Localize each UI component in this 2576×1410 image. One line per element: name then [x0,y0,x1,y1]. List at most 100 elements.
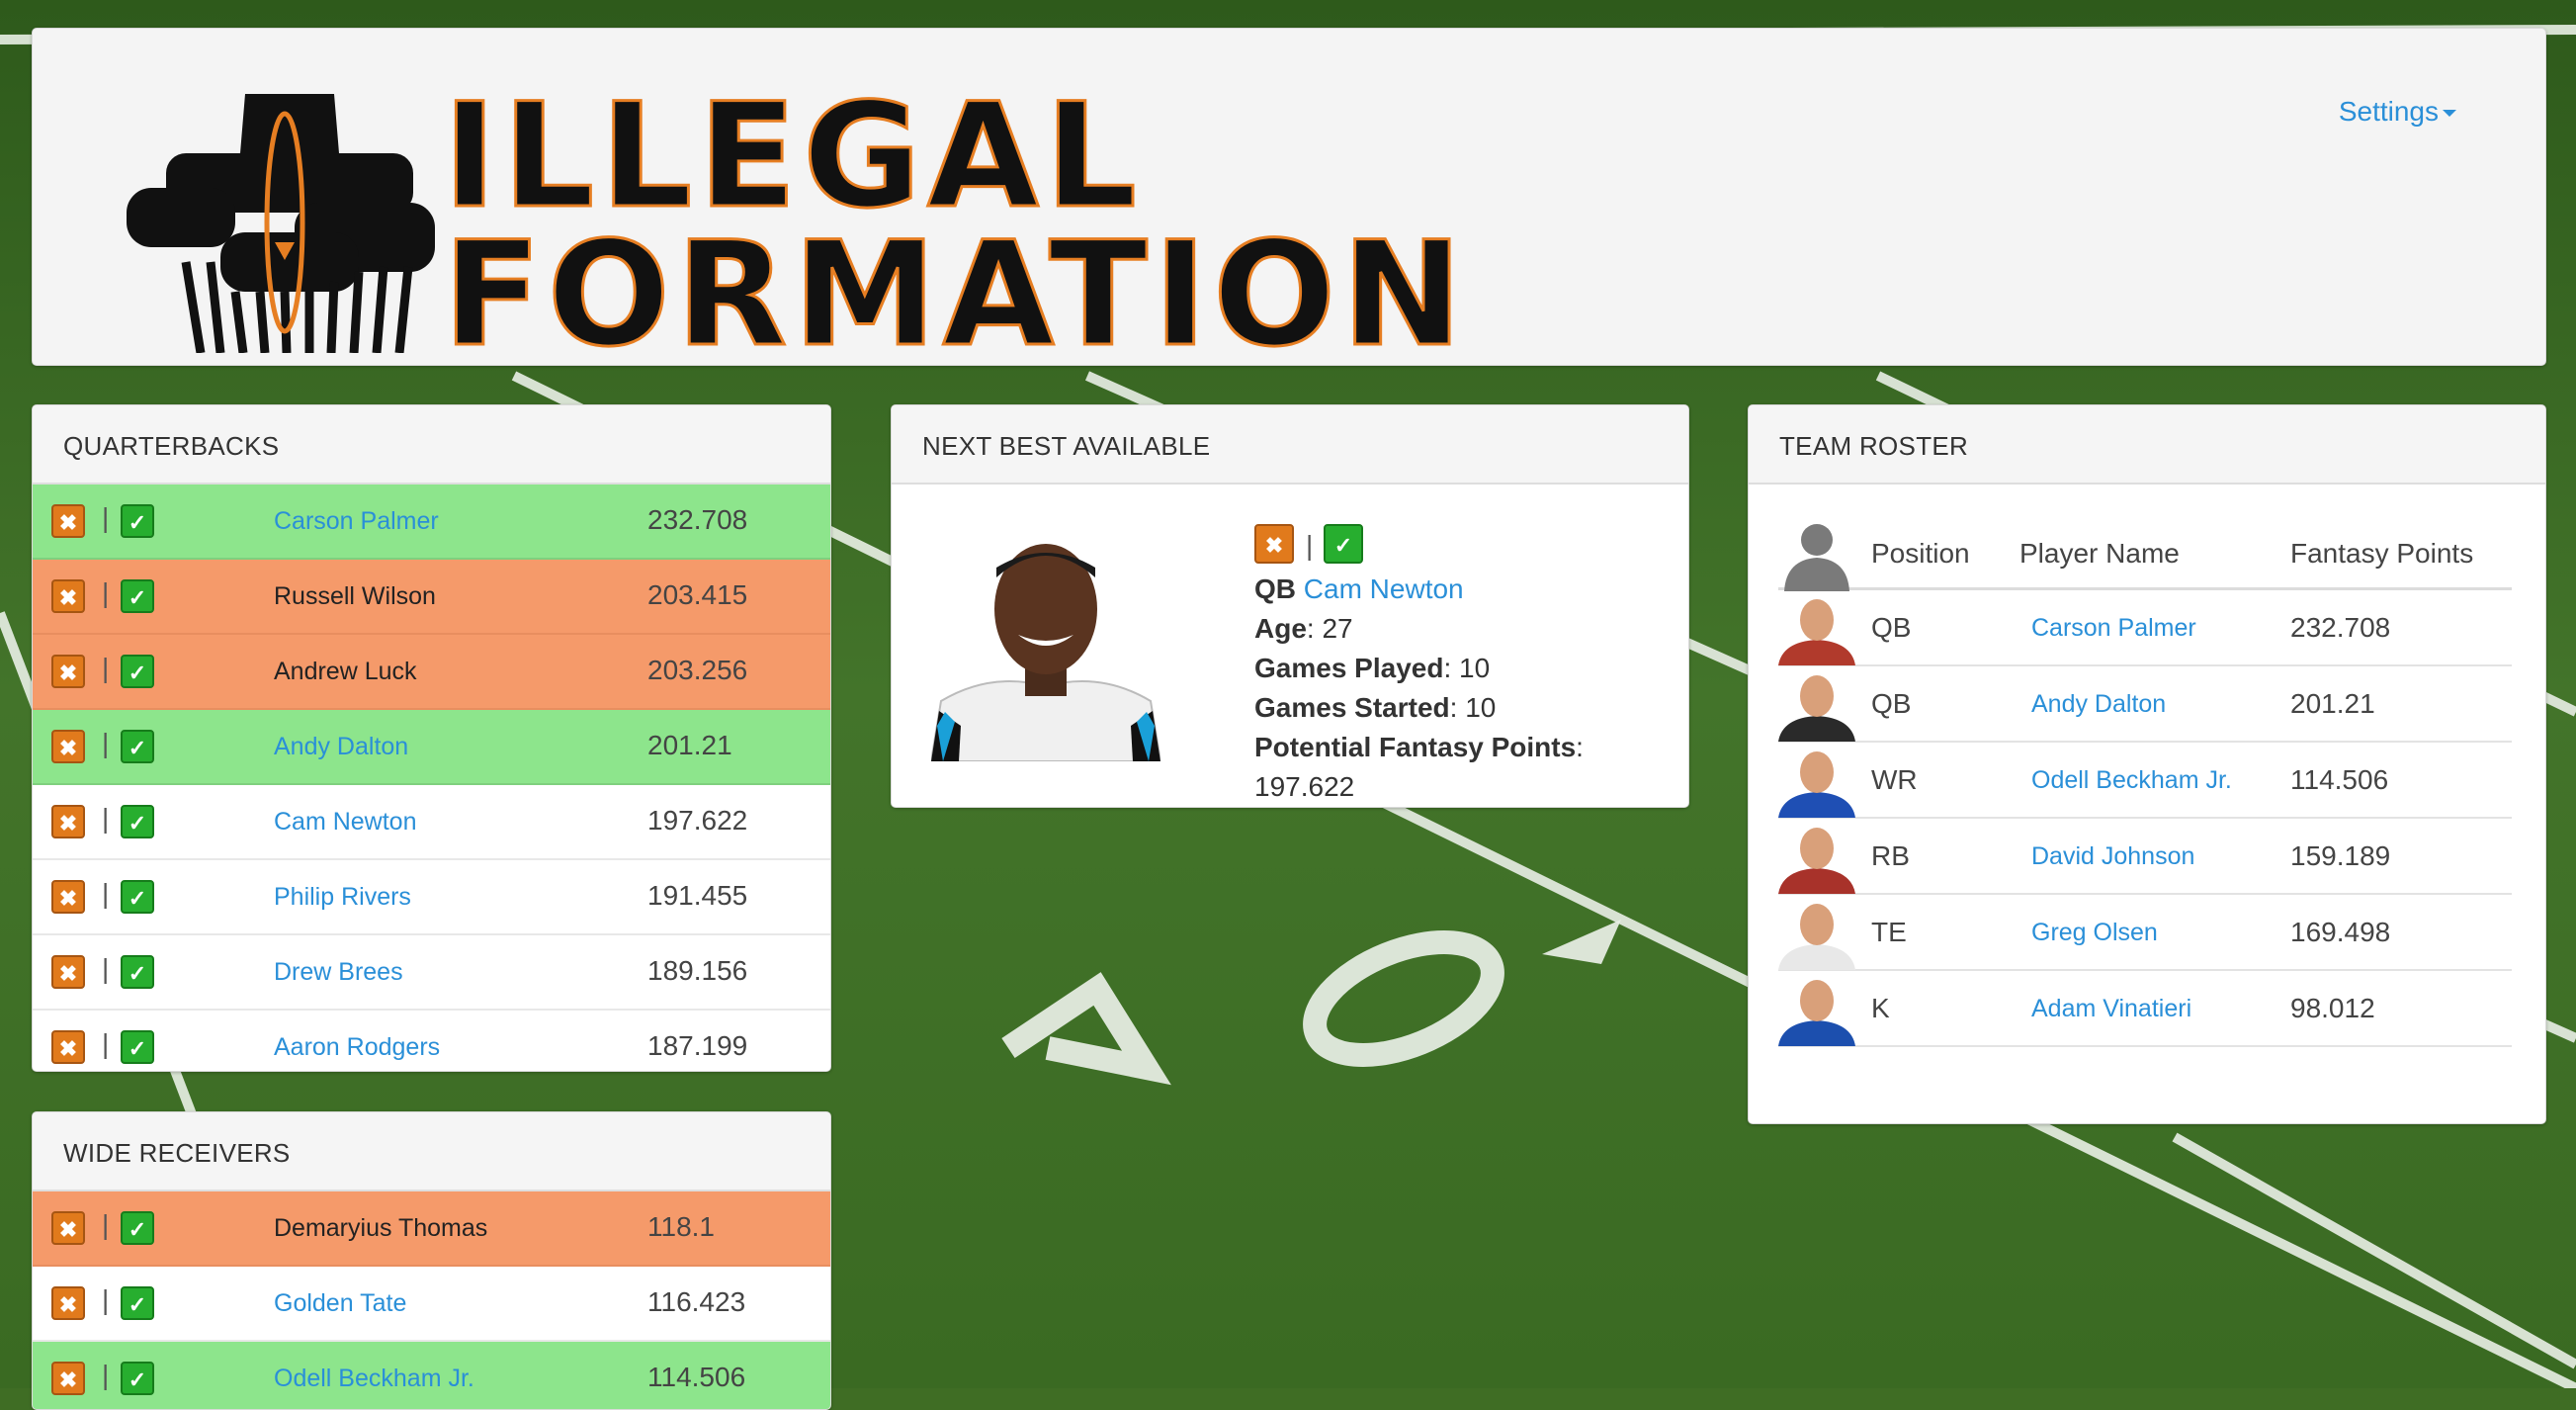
roster-player-link[interactable]: Odell Beckham Jr. [2031,766,2232,795]
roster-position: K [1871,993,1890,1023]
accept-button[interactable]: ✓ [121,504,154,538]
separator: | [102,1284,110,1315]
player-name-link[interactable]: Odell Beckham Jr. [274,1365,474,1393]
potential-points-label: Potential Fantasy Points [1254,732,1577,762]
roster-player-link[interactable]: Carson Palmer [2031,614,2196,643]
reject-button[interactable]: ✖ [51,1362,85,1395]
fantasy-points: 232.708 [647,504,748,535]
wide-receivers-panel: WIDE RECEIVERS ✖ | ✓ Demaryius Thomas 118.1 ✖… [32,1111,831,1410]
fantasy-points: 116.423 [647,1286,746,1317]
age-value: 27 [1322,613,1353,644]
roster-row: K Adam Vinatieri 98.012 [1778,971,2512,1047]
fantasy-points: 114.506 [647,1362,746,1392]
player-name-link[interactable]: Russell Wilson [274,582,436,611]
player-row: ✖ | ✓ Demaryius Thomas 118.1 [33,1191,830,1267]
quarterbacks-panel: QUARTERBACKS ✖ | ✓ Carson Palmer 232.708 ✖ | ✓ R… [32,404,831,1072]
quarterbacks-list[interactable]: ✖ | ✓ Carson Palmer 232.708 ✖ | ✓ Russell Wilson… [33,485,830,1071]
player-name-link[interactable]: Philip Rivers [274,883,411,912]
player-name-link[interactable]: Golden Tate [274,1289,406,1318]
roster-player-link[interactable]: Greg Olsen [2031,919,2158,947]
player-avatar [1778,821,1855,894]
reject-button[interactable]: ✖ [51,504,85,538]
player-details: ✖ | ✓ QB Cam Newton Age: 27 Games Played… [1254,524,1584,807]
roster-position: TE [1871,917,1907,947]
roster-row: QB Andy Dalton 201.21 [1778,666,2512,743]
roster-points: 169.498 [2290,917,2391,947]
fantasy-points: 189.156 [647,955,748,986]
separator: | [102,1028,110,1059]
column-player-name: Player Name [2019,538,2180,569]
fantasy-points: 118.1 [647,1211,715,1242]
player-name-link[interactable]: Cam Newton [274,808,417,837]
reject-button[interactable]: ✖ [51,1211,85,1245]
roster-player-link[interactable]: David Johnson [2031,842,2194,871]
column-fantasy-points: Fantasy Points [2290,538,2474,569]
accept-button[interactable]: ✓ [121,880,154,914]
separator: | [102,1209,110,1240]
reject-button[interactable]: ✖ [51,805,85,838]
roster-points: 232.708 [2290,612,2391,643]
fantasy-points: 203.415 [647,579,748,610]
player-name-link[interactable]: Andy Dalton [274,733,408,761]
separator: | [102,502,110,533]
wide-receivers-list[interactable]: ✖ | ✓ Demaryius Thomas 118.1 ✖ | ✓ Golden Tate 11… [33,1191,830,1409]
default-avatar-icon [1784,524,1849,591]
roster-position: RB [1871,840,1910,871]
settings-label: Settings [2338,96,2439,127]
reject-button[interactable]: ✖ [1254,524,1294,564]
accept-button[interactable]: ✓ [121,1286,154,1320]
accept-button[interactable]: ✓ [1324,524,1363,564]
accept-button[interactable]: ✓ [121,805,154,838]
player-name-link[interactable]: Drew Brees [274,958,403,987]
accept-button[interactable]: ✓ [121,730,154,763]
player-name-link[interactable]: Andrew Luck [274,658,417,686]
reject-button[interactable]: ✖ [51,730,85,763]
player-name-link[interactable]: Carson Palmer [274,507,439,536]
reject-button[interactable]: ✖ [51,955,85,989]
separator: | [102,953,110,984]
accept-button[interactable]: ✓ [121,955,154,989]
player-row: ✖ | ✓ Philip Rivers 191.455 [33,860,830,935]
panel-title: TEAM ROSTER [1749,405,2545,485]
roster-player-link[interactable]: Adam Vinatieri [2031,995,2191,1023]
player-name-link[interactable]: Aaron Rodgers [274,1033,440,1062]
app-header: ILLEGAL FORMATION Settings [32,28,2546,366]
fantasy-points: 191.455 [647,880,748,911]
accept-button[interactable]: ✓ [121,1362,154,1395]
panel-title: NEXT BEST AVAILABLE [892,405,1688,485]
reject-button[interactable]: ✖ [51,579,85,613]
separator: | [102,577,110,608]
reject-button[interactable]: ✖ [51,880,85,914]
settings-dropdown[interactable]: Settings [2339,96,2456,128]
roster-position: QB [1871,688,1912,719]
reject-button[interactable]: ✖ [51,1286,85,1320]
accept-button[interactable]: ✓ [121,1211,154,1245]
fantasy-points: 197.622 [647,805,748,836]
player-row: ✖ | ✓ Aaron Rodgers 187.199 [33,1011,830,1071]
reject-button[interactable]: ✖ [51,655,85,688]
separator: | [102,878,110,909]
player-row: ✖ | ✓ Andy Dalton 201.21 [33,710,830,785]
player-name-link[interactable]: Cam Newton [1304,573,1464,604]
player-avatar [1778,973,1855,1046]
player-row: ✖ | ✓ Golden Tate 116.423 [33,1267,830,1342]
roster-row: QB Carson Palmer 232.708 [1778,590,2512,666]
roster-row: RB David Johnson 159.189 [1778,819,2512,895]
roster-position: WR [1871,764,1918,795]
accept-button[interactable]: ✓ [121,579,154,613]
roster-player-link[interactable]: Andy Dalton [2031,690,2166,719]
accept-button[interactable]: ✓ [121,1030,154,1064]
roster-header-row: Position Player Name Fantasy Points [1778,516,2512,591]
player-name-link[interactable]: Demaryius Thomas [274,1214,487,1243]
separator: | [102,728,110,758]
fantasy-points: 187.199 [647,1030,748,1061]
separator: | [1306,530,1314,561]
caret-down-icon [2443,110,2456,118]
separator: | [102,803,110,834]
player-avatar [1778,592,1855,665]
accept-button[interactable]: ✓ [121,655,154,688]
team-roster-panel: TEAM ROSTER Position Player Name Fantasy… [1748,404,2546,1124]
roster-table: Position Player Name Fantasy Points QB Ca… [1778,516,2512,1047]
reject-button[interactable]: ✖ [51,1030,85,1064]
player-row: ✖ | ✓ Odell Beckham Jr. 114.506 [33,1342,830,1409]
